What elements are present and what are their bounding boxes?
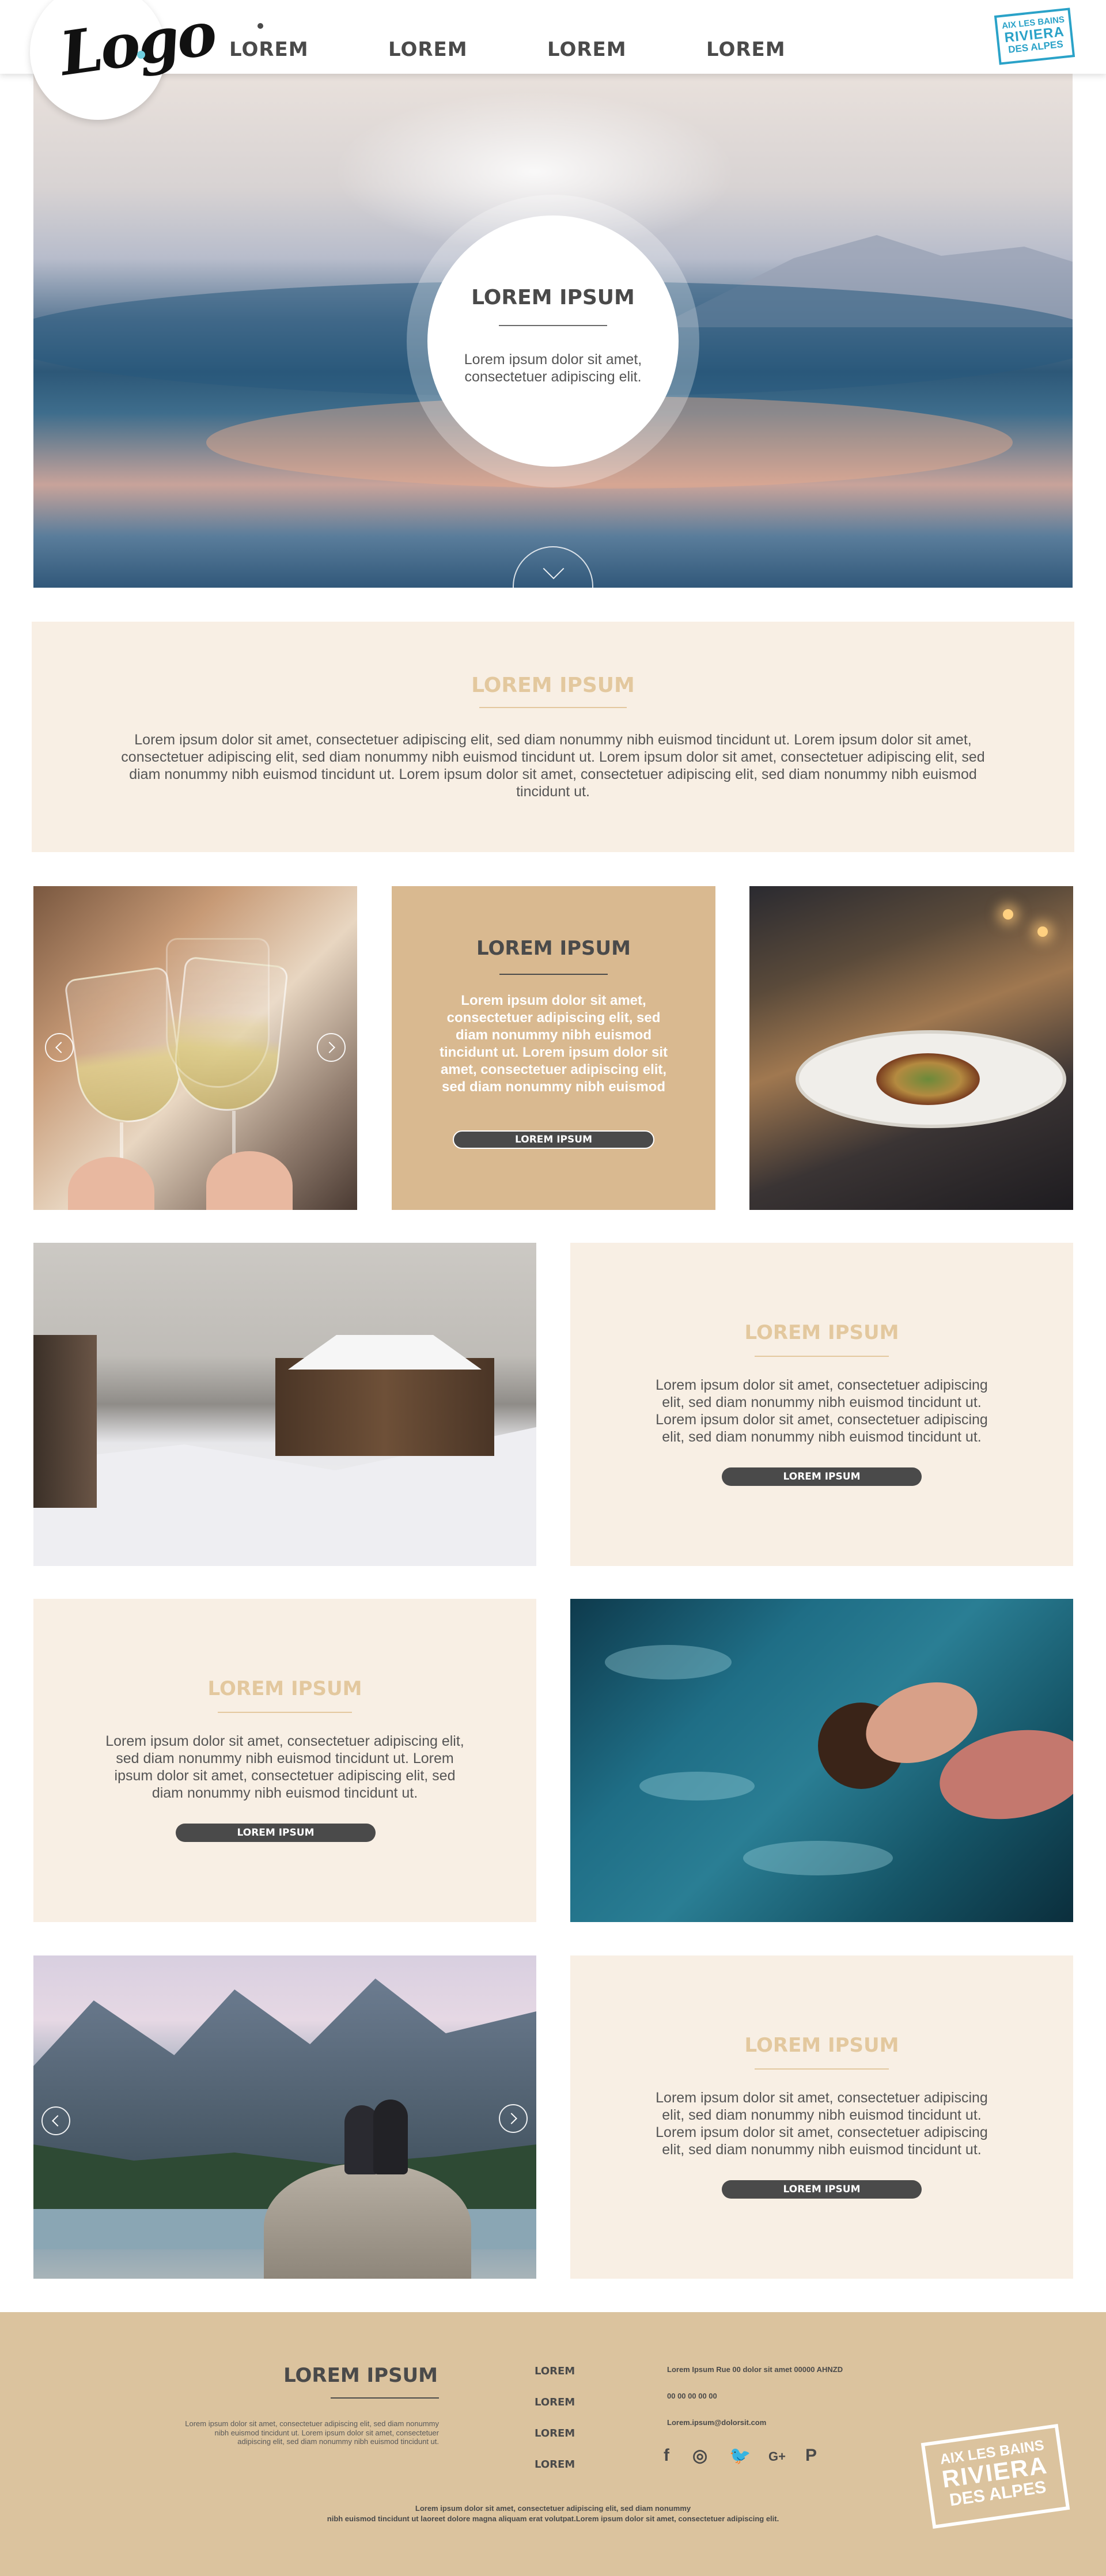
- candle-light: [1003, 909, 1013, 920]
- footer-divider: [331, 2397, 439, 2399]
- footer-link-1[interactable]: LOREM: [535, 2365, 575, 2377]
- google-plus-icon[interactable]: G+: [768, 2449, 786, 2464]
- hero-title: LOREM IPSUM: [471, 286, 635, 309]
- card-1-text: Lorem ipsum dolor sit amet, consectetuer…: [656, 1377, 988, 1445]
- logo-dot-icon: [137, 51, 145, 59]
- nav-item-2[interactable]: LOREM: [388, 38, 468, 61]
- wine-toast-photo: [33, 886, 357, 1210]
- card-2-title: LOREM IPSUM: [207, 1677, 362, 1700]
- nav-item-1[interactable]: LOREM: [229, 38, 309, 61]
- brand-stamp[interactable]: AIX LES BAINS RIVIERA DES ALPES: [994, 7, 1075, 65]
- card-1-title: LOREM IPSUM: [744, 1321, 899, 1344]
- chevron-left-icon: [52, 2115, 63, 2127]
- snowy-roof: [288, 1335, 482, 1370]
- featured-card-divider: [499, 974, 608, 975]
- card-3-divider: [755, 2068, 889, 2070]
- water-ripple: [743, 1841, 893, 1875]
- card-2-divider: [218, 1712, 352, 1713]
- candle-light: [1037, 926, 1048, 937]
- carousel-next-button[interactable]: [317, 1033, 346, 1062]
- wine-glass-back: [166, 938, 270, 1088]
- nav-item-3[interactable]: LOREM: [547, 38, 627, 61]
- footer-legal-line-2: nibh euismod tincidunt ut laoreet dolore…: [327, 2514, 779, 2523]
- hero-caption-circle: LOREM IPSUM Lorem ipsum dolor sit amet, …: [427, 215, 679, 467]
- water-ripple: [639, 1772, 755, 1800]
- intro-divider: [479, 707, 627, 708]
- intro-section: LOREM IPSUM Lorem ipsum dolor sit amet, …: [32, 622, 1074, 852]
- footer-brand-stamp[interactable]: AIX LES BAINS RIVIERA DES ALPES: [921, 2424, 1070, 2529]
- twitter-icon[interactable]: 🐦: [729, 2446, 751, 2466]
- wooden-cabin: [275, 1358, 494, 1456]
- carousel-prev-button[interactable]: [41, 2106, 70, 2135]
- featured-card: LOREM IPSUM Lorem ipsum dolor sit amet, …: [392, 886, 715, 1210]
- intro-title: LOREM IPSUM: [471, 674, 635, 697]
- card-3-button[interactable]: LOREM IPSUM: [722, 2180, 922, 2199]
- card-2-button[interactable]: LOREM IPSUM: [176, 1824, 376, 1842]
- footer-legal-text: Lorem ipsum dolor sit amet, consectetuer…: [242, 2503, 864, 2524]
- hero-banner: LOREM IPSUM Lorem ipsum dolor sit amet, …: [33, 74, 1073, 588]
- facebook-icon[interactable]: f: [664, 2446, 669, 2465]
- footer-link-4[interactable]: LOREM: [535, 2458, 575, 2471]
- carousel-next-button[interactable]: [499, 2104, 528, 2133]
- active-nav-dot-icon: [257, 23, 263, 29]
- card-3-title: LOREM IPSUM: [744, 2034, 899, 2057]
- card-1-button[interactable]: LOREM IPSUM: [722, 1467, 922, 1486]
- footer-address: Lorem Ipsum Rue 00 dolor sit amet 00000 …: [667, 2365, 843, 2374]
- footer-email[interactable]: Lorem.ipsum@dolorsit.com: [667, 2418, 766, 2427]
- barn-wall: [33, 1335, 97, 1508]
- dish: [876, 1053, 980, 1105]
- featured-card-text: Lorem ipsum dolor sit amet, consectetuer…: [440, 993, 668, 1095]
- content-card-1: LOREM IPSUM Lorem ipsum dolor sit amet, …: [570, 1243, 1073, 1566]
- intro-text: Lorem ipsum dolor sit amet, consectetuer…: [121, 732, 985, 800]
- footer-title: LOREM IPSUM: [283, 2364, 438, 2387]
- hand: [206, 1151, 293, 1210]
- footer-phone[interactable]: 00 00 00 00 00: [667, 2392, 717, 2400]
- water-ripple: [605, 1645, 732, 1679]
- card-1-divider: [755, 1356, 889, 1357]
- instagram-icon[interactable]: ◎: [692, 2446, 707, 2466]
- content-card-2: LOREM IPSUM Lorem ipsum dolor sit amet, …: [33, 1599, 536, 1922]
- chevron-right-icon: [506, 2113, 517, 2124]
- card-2-text: Lorem ipsum dolor sit amet, consectetuer…: [105, 1733, 464, 1801]
- mountain-couple-photo: [33, 1955, 536, 2279]
- hero-text: Lorem ipsum dolor sit amet, consectetuer…: [464, 351, 642, 385]
- chevron-left-icon: [55, 1042, 67, 1053]
- pinterest-icon[interactable]: P: [805, 2446, 817, 2465]
- footer-about-text: Lorem ipsum dolor sit amet, consectetuer…: [185, 2419, 439, 2446]
- footer-link-2[interactable]: LOREM: [535, 2396, 575, 2408]
- hero-divider: [499, 325, 607, 326]
- card-3-text: Lorem ipsum dolor sit amet, consectetuer…: [656, 2090, 988, 2158]
- chevron-right-icon: [324, 1042, 335, 1053]
- featured-card-title: LOREM IPSUM: [476, 937, 631, 960]
- hand: [68, 1157, 154, 1210]
- pool-swimmer-photo: [570, 1599, 1073, 1922]
- dinner-plate-photo: [749, 886, 1073, 1210]
- nav-item-4[interactable]: LOREM: [706, 38, 786, 61]
- site-footer: LOREM IPSUM Lorem ipsum dolor sit amet, …: [0, 2312, 1106, 2576]
- footer-legal-line-1: Lorem ipsum dolor sit amet, consectetuer…: [415, 2504, 691, 2513]
- footer-link-3[interactable]: LOREM: [535, 2427, 575, 2439]
- snow-cabin-photo: [33, 1243, 536, 1566]
- person: [373, 2100, 408, 2174]
- carousel-prev-button[interactable]: [45, 1033, 74, 1062]
- featured-card-button[interactable]: LOREM IPSUM: [453, 1130, 654, 1149]
- content-card-3: LOREM IPSUM Lorem ipsum dolor sit amet, …: [570, 1955, 1073, 2279]
